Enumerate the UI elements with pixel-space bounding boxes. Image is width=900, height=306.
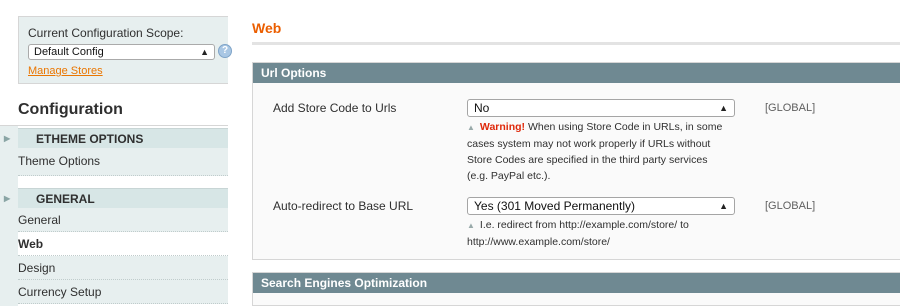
help-icon[interactable]: ?: [218, 44, 232, 58]
nav-group-header-label: GENERAL: [36, 192, 95, 206]
manage-stores-link[interactable]: Manage Stores: [28, 65, 103, 77]
nav-group-general: ▶ GENERAL General Web Design Currency Se…: [4, 188, 228, 304]
warning-label: Warning!: [479, 121, 526, 133]
note-pointer-icon: ▲: [467, 221, 475, 230]
select-arrows-icon: ▲: [719, 201, 728, 211]
section-header-search-engines[interactable]: Search Engines Optimization: [253, 273, 900, 293]
section-url-options: Url Options Add Store Code to Urls No ▲ …: [252, 62, 900, 260]
nav-group-header[interactable]: ▶ GENERAL: [4, 188, 228, 208]
select-arrows-icon: ▲: [719, 103, 728, 113]
scope-label: Current Configuration Scope:: [28, 26, 184, 40]
sidebar-item-general[interactable]: General: [18, 208, 228, 232]
scope-select[interactable]: Default Config ▲: [28, 44, 215, 60]
title-divider: [252, 42, 900, 45]
section-header-url-options[interactable]: Url Options: [253, 63, 900, 83]
sidebar-item-theme-options[interactable]: Theme Options: [18, 148, 228, 176]
triangle-right-icon: ▶: [4, 194, 11, 203]
scope-tag: [GLOBAL]: [765, 200, 816, 212]
sidebar-item-label: Currency Setup: [18, 285, 102, 299]
sidebar: Current Configuration Scope: Default Con…: [0, 0, 232, 306]
note-text: When using Store Code in URLs, in some: [527, 121, 723, 133]
note-line: http://www.example.com/store/: [467, 236, 610, 248]
page-title: Web: [252, 20, 282, 36]
field-note: ▲ Warning! When using Store Code in URLs,…: [467, 119, 737, 184]
scope-switcher: Current Configuration Scope: Default Con…: [18, 16, 232, 84]
note-line: (e.g. PayPal etc.).: [467, 170, 551, 182]
select-value: No: [474, 101, 490, 115]
scope-select-value: Default Config: [34, 46, 104, 58]
nav-group-header[interactable]: ▶ ETHEME OPTIONS: [4, 128, 228, 148]
scope-tag: [GLOBAL]: [765, 102, 816, 114]
sidebar-item-label: General: [18, 213, 61, 227]
nav-group-etheme-options: ▶ ETHEME OPTIONS Theme Options: [4, 128, 228, 176]
triangle-right-icon: ▶: [4, 134, 11, 143]
sidebar-item-design[interactable]: Design: [18, 256, 228, 280]
sidebar-gutter: [0, 126, 18, 306]
field-label: Auto-redirect to Base URL: [273, 199, 414, 213]
add-store-code-select[interactable]: No ▲: [467, 99, 735, 117]
section-search-engines: Search Engines Optimization: [252, 272, 900, 306]
sidebar-item-web[interactable]: Web: [18, 232, 228, 256]
sidebar-item-label: Web: [18, 237, 44, 251]
auto-redirect-select[interactable]: Yes (301 Moved Permanently) ▲: [467, 197, 735, 215]
nav-group-header-label: ETHEME OPTIONS: [36, 132, 144, 146]
select-arrows-icon: ▲: [200, 47, 209, 57]
note-line: Store Codes are specified in the third p…: [467, 154, 708, 166]
select-value: Yes (301 Moved Permanently): [474, 199, 635, 213]
sidebar-item-currency-setup[interactable]: Currency Setup: [18, 280, 228, 304]
note-line: cases system may not work properly if UR…: [467, 138, 711, 150]
sidebar-item-label: Design: [18, 261, 56, 275]
main-content: Web Url Options Add Store Code to Urls N…: [252, 0, 900, 306]
sidebar-item-label: Theme Options: [18, 154, 101, 168]
configuration-heading: Configuration: [0, 90, 228, 126]
note-line: ▲ I.e. redirect from http://example.com/s…: [467, 217, 737, 234]
note-pointer-icon: ▲: [467, 123, 475, 132]
field-label: Add Store Code to Urls: [273, 101, 397, 115]
field-note: ▲ I.e. redirect from http://example.com/s…: [467, 217, 737, 250]
note-text: I.e. redirect from http://example.com/st…: [479, 219, 689, 231]
note-line: ▲ Warning! When using Store Code in URLs,…: [467, 119, 737, 136]
